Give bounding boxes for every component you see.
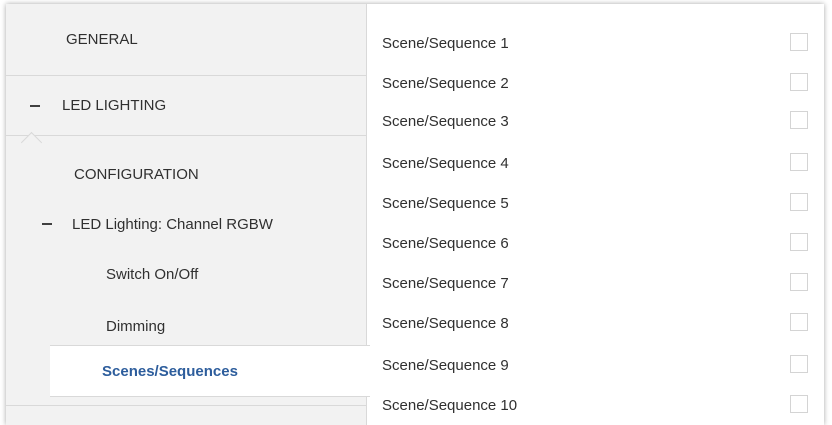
scene-checkbox[interactable] (790, 273, 808, 291)
scene-checkbox[interactable] (790, 233, 808, 251)
scene-checkbox[interactable] (790, 395, 808, 413)
list-item: Scene/Sequence 3 (382, 108, 808, 134)
sidebar-item-channel-rgbw[interactable]: LED Lighting: Channel RGBW (6, 204, 366, 244)
sidebar-item-label: LED LIGHTING (62, 97, 167, 114)
list-item: Scene/Sequence 9 (382, 352, 808, 378)
sidebar-item-label: CONFIGURATION (74, 165, 199, 183)
row-label: Scene/Sequence 4 (382, 154, 509, 172)
sidebar-item-led-lighting[interactable]: LED LIGHTING (6, 76, 366, 136)
list-item: Scene/Sequence 7 (382, 270, 808, 296)
sidebar-footer (6, 405, 366, 425)
collapse-icon[interactable] (42, 223, 52, 225)
row-label: Scene/Sequence 8 (382, 314, 509, 332)
sidebar-item-general[interactable]: GENERAL (6, 4, 366, 76)
sidebar-item-configuration[interactable]: CONFIGURATION (6, 154, 366, 194)
scene-checkbox[interactable] (790, 111, 808, 129)
list-item: Scene/Sequence 4 (382, 150, 808, 176)
row-label: Scene/Sequence 9 (382, 356, 509, 374)
scene-checkbox[interactable] (790, 73, 808, 91)
sidebar-item-label: Scenes/Sequences (102, 362, 238, 380)
list-item: Scene/Sequence 2 (382, 70, 808, 96)
list-item: Scene/Sequence 1 (382, 30, 808, 56)
sidebar-item-dimming[interactable]: Dimming (6, 306, 366, 346)
window: GENERAL LED LIGHTING CONFIGURATION LED L… (6, 4, 824, 425)
row-label: Scene/Sequence 2 (382, 74, 509, 92)
sidebar-item-label: Switch On/Off (106, 265, 199, 283)
scene-checkbox[interactable] (790, 33, 808, 51)
scene-checkbox[interactable] (790, 153, 808, 171)
scene-list: Scene/Sequence 1 Scene/Sequence 2 Scene/… (366, 4, 824, 425)
sidebar-item-switch[interactable]: Switch On/Off (6, 254, 366, 294)
scene-checkbox[interactable] (790, 313, 808, 331)
row-label: Scene/Sequence 3 (382, 112, 509, 130)
list-item: Scene/Sequence 8 (382, 310, 808, 336)
scene-checkbox[interactable] (790, 355, 808, 373)
list-item: Scene/Sequence 10 (382, 392, 808, 418)
sidebar-item-label: LED Lighting: Channel RGBW (72, 215, 273, 233)
sidebar-item-label: GENERAL (66, 31, 138, 48)
row-label: Scene/Sequence 5 (382, 194, 509, 212)
row-label: Scene/Sequence 7 (382, 274, 509, 292)
scene-checkbox[interactable] (790, 193, 808, 211)
list-item: Scene/Sequence 5 (382, 190, 808, 216)
sidebar-item-label: Dimming (106, 317, 166, 335)
row-label: Scene/Sequence 6 (382, 234, 509, 252)
row-label: Scene/Sequence 1 (382, 34, 509, 52)
list-item: Scene/Sequence 6 (382, 230, 808, 256)
collapse-icon[interactable] (30, 104, 40, 107)
sidebar-item-scenes-selected[interactable]: Scenes/Sequences (50, 345, 370, 397)
row-label: Scene/Sequence 10 (382, 396, 518, 414)
